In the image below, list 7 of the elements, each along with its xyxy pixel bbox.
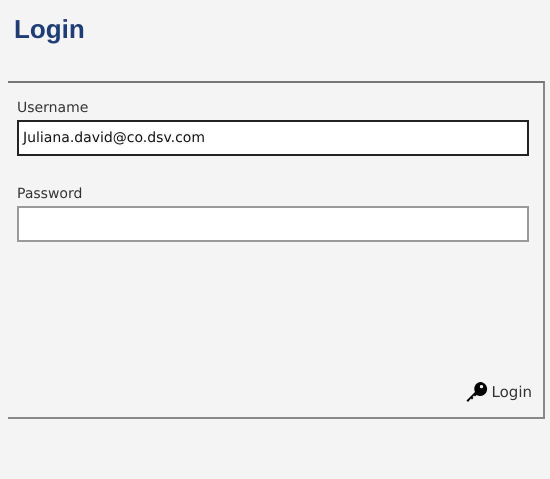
login-button[interactable]: Login (466, 379, 532, 405)
input-field[interactable]: Juliana.david@co.dsv.com (17, 120, 529, 156)
key-icon (466, 381, 488, 403)
field-label: Password (17, 186, 82, 202)
input-field[interactable] (17, 206, 529, 242)
field-label: Username (17, 100, 88, 116)
page-title: Login (14, 14, 85, 45)
